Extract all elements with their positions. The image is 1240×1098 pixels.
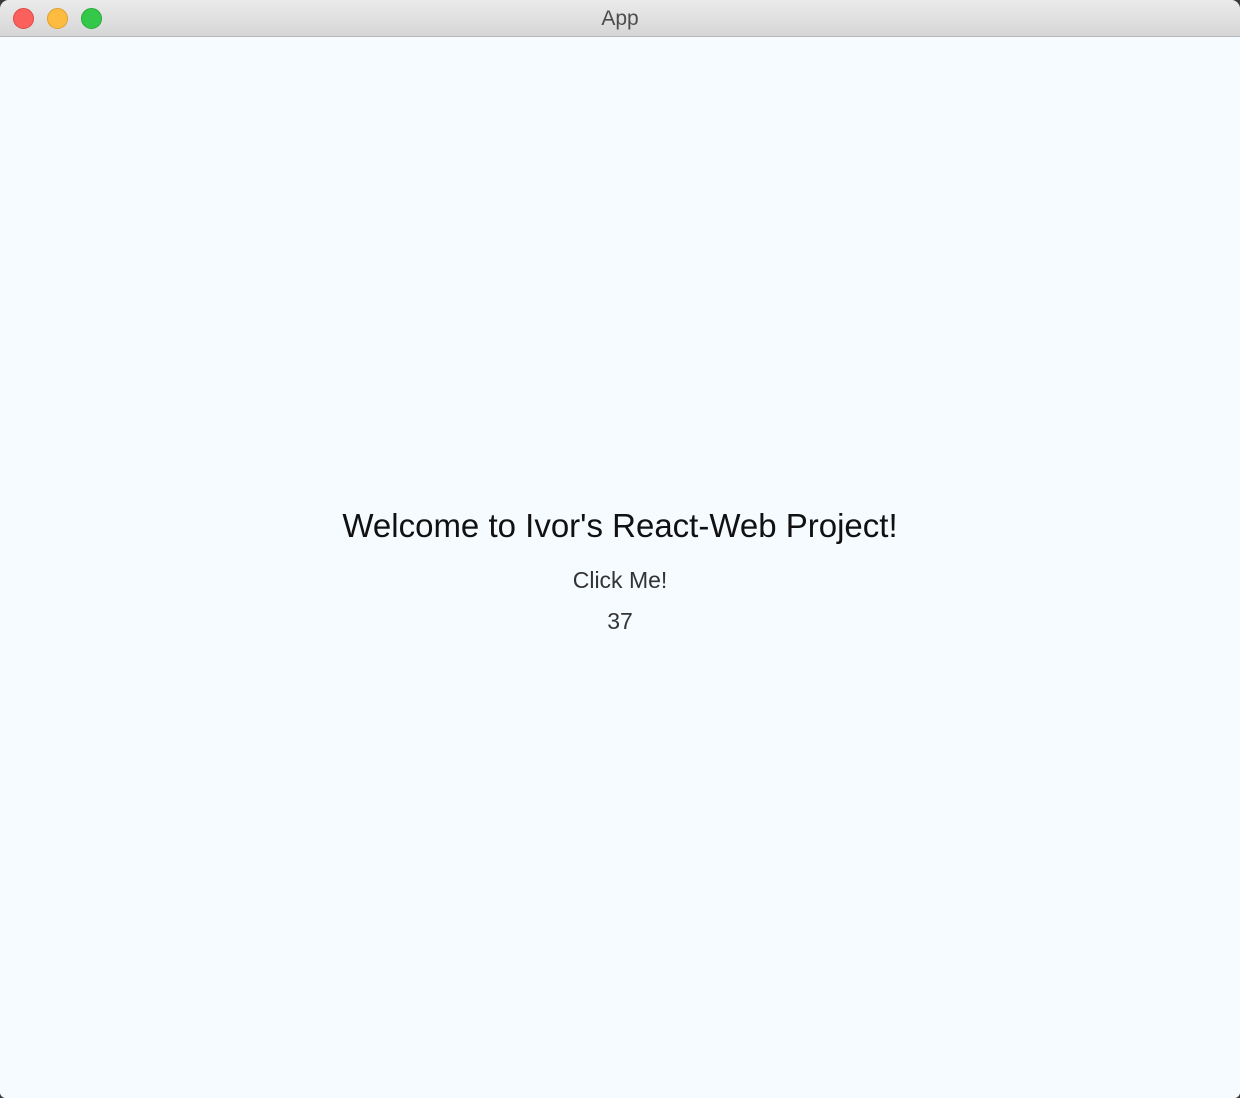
welcome-heading: Welcome to Ivor's React-Web Project! (342, 507, 898, 544)
app-window: App Welcome to Ivor's React-Web Project!… (0, 0, 1240, 1098)
window-title: App (601, 7, 639, 30)
title-bar[interactable]: App (0, 0, 1240, 37)
click-me-button[interactable]: Click Me! (540, 564, 700, 596)
main-content: Welcome to Ivor's React-Web Project! Cli… (0, 37, 1240, 1098)
click-counter: 37 (607, 608, 633, 634)
